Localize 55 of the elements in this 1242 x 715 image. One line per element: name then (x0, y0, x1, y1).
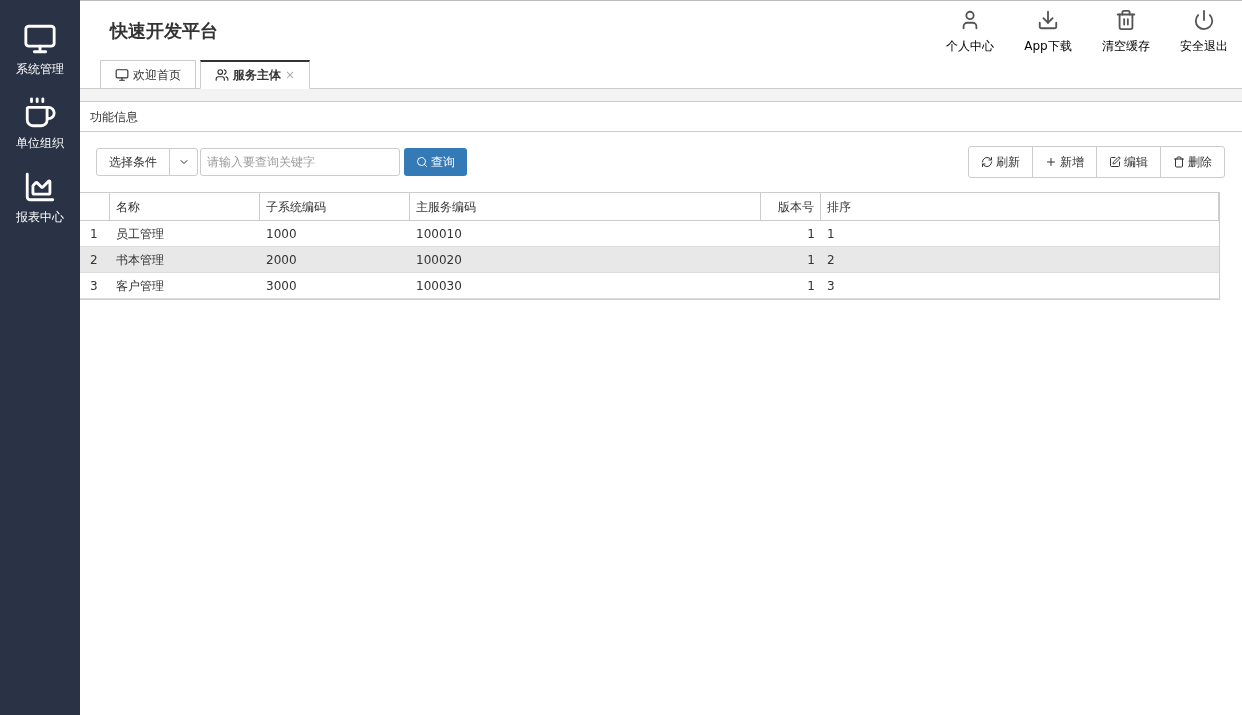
search-button[interactable]: 查询 (404, 148, 467, 176)
table-cell-text: 1 (806, 251, 816, 269)
tab[interactable]: 服务主体 × (200, 60, 311, 89)
column-header: 名称 (110, 193, 260, 220)
sidebar-item[interactable]: 报表中心 (16, 170, 64, 226)
trash-icon (1115, 9, 1137, 31)
monitor-icon (23, 22, 57, 56)
tab[interactable]: 欢迎首页 (100, 60, 196, 89)
table-cell-text: 100030 (415, 277, 463, 295)
table-row[interactable]: 2 书本管理 2000 100020 1 2 (80, 247, 1219, 273)
people-icon (215, 68, 229, 82)
row-number: 2 (89, 251, 99, 269)
table-cell-text: 2 (826, 251, 836, 269)
table-cell-text: 3 (826, 277, 836, 295)
sidebar-item[interactable]: 单位组织 (16, 96, 64, 152)
table-cell-text: 2000 (265, 251, 298, 269)
table-cell-text: 100020 (415, 251, 463, 269)
toolbar-button[interactable]: 删除 (1160, 147, 1224, 177)
search-field[interactable]: 请输入要查询关键字 (200, 148, 400, 176)
table-cell-text: 1 (826, 225, 836, 243)
table-cell-text: 1000 (265, 225, 298, 243)
table-cell-text: 客户管理 (115, 277, 165, 295)
monitor-icon (115, 67, 129, 82)
toolbar-button[interactable]: 刷新 (969, 147, 1032, 177)
app-title: 快速开发平台 (110, 19, 218, 43)
refresh-icon (981, 156, 993, 168)
plus-icon (1045, 156, 1057, 168)
download-icon (1037, 9, 1059, 31)
header-action[interactable]: 清空缓存 (1096, 9, 1156, 59)
table-cell-text: 100010 (415, 225, 463, 243)
table-cell-text: 1 (806, 225, 816, 243)
column-header: 排序 (821, 193, 1219, 220)
column-header: 主服务编码 (410, 193, 761, 220)
toolbar-button[interactable]: 编辑 (1096, 147, 1160, 177)
row-number: 3 (89, 277, 99, 295)
table-cell-text: 书本管理 (115, 251, 165, 269)
row-number: 1 (89, 225, 99, 243)
area-chart-icon (23, 170, 57, 204)
header-action[interactable]: 安全退出 (1174, 9, 1234, 59)
column-header: 子系统编码 (260, 193, 410, 220)
sidebar-item[interactable]: 系统管理 (16, 22, 64, 78)
table-cell-text: 1 (806, 277, 816, 295)
table-cell-text: 3000 (265, 277, 298, 295)
cup-icon (23, 96, 57, 130)
header-action[interactable]: 个人中心 (940, 9, 1000, 59)
power-icon (1193, 9, 1215, 31)
header-action[interactable]: App下载 (1018, 9, 1078, 59)
trash-icon (1173, 156, 1185, 168)
search-icon (416, 156, 428, 168)
toolbar-button[interactable]: 新增 (1032, 147, 1096, 177)
table-cell-text: 员工管理 (115, 225, 165, 243)
column-header: 版本号 (761, 193, 821, 220)
condition-dropdown[interactable]: 选择条件 (96, 148, 198, 176)
edit-icon (1109, 156, 1121, 168)
panel-title: 功能信息 (90, 108, 138, 126)
